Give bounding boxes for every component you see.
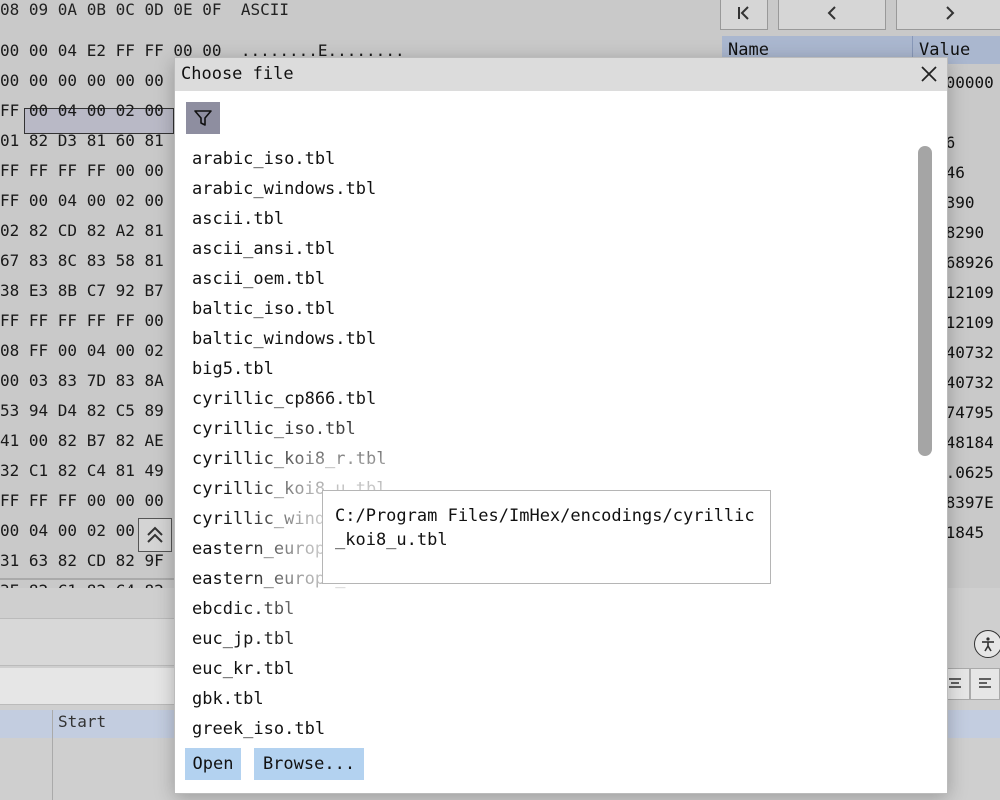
file-list-item[interactable]: cyrillic_cp866.tbl [175, 384, 915, 414]
filter-icon [194, 110, 212, 126]
next-button[interactable] [896, 0, 1000, 30]
column-divider [52, 710, 53, 800]
file-list-item[interactable]: euc_kr.tbl [175, 654, 915, 684]
file-list-item[interactable]: arabic_iso.tbl [175, 144, 915, 174]
prev-icon [827, 6, 836, 20]
align-center-icon [949, 678, 961, 688]
lower-input-bar[interactable] [0, 668, 180, 705]
file-list: arabic_iso.tbl arabic_windows.tbl ascii.tb… [175, 144, 915, 744]
close-icon [921, 66, 937, 82]
close-button[interactable] [917, 62, 941, 86]
filter-button[interactable] [186, 102, 220, 134]
file-list-item[interactable]: euc_jp.tbl [175, 624, 915, 654]
start-column-header[interactable]: Start [58, 712, 106, 731]
file-list-item[interactable]: big5.tbl [175, 354, 915, 384]
first-page-icon [738, 6, 749, 20]
open-button[interactable]: Open [185, 748, 241, 780]
file-list-item[interactable]: cyrillic_iso.tbl [175, 414, 915, 444]
chevron-up-double-icon [147, 526, 163, 543]
hex-column-header: 08 09 0A 0B 0C 0D 0E 0F ASCII [0, 0, 289, 19]
first-page-button[interactable] [720, 0, 768, 30]
browse-button[interactable]: Browse... [254, 748, 364, 780]
accessibility-icon[interactable] [974, 630, 1000, 658]
file-list-item[interactable]: ascii_ansi.tbl [175, 234, 915, 264]
lower-toolbar [0, 618, 180, 666]
file-list-item[interactable]: gbk.tbl [175, 684, 915, 714]
align-left-icon [979, 678, 991, 688]
file-path-tooltip: C:/Program Files/ImHex/encodings/cyrilli… [322, 490, 771, 584]
next-icon [946, 6, 955, 20]
dialog-title: Choose file [181, 64, 294, 84]
dialog-titlebar[interactable]: Choose file [175, 58, 947, 91]
table-header-right [946, 710, 1000, 738]
file-list-item[interactable]: baltic_iso.tbl [175, 294, 915, 324]
prev-button[interactable] [778, 0, 886, 30]
choose-file-dialog: Choose file arabic_iso.tbl arabic_windows… [174, 57, 948, 794]
file-list-item[interactable]: ascii.tbl [175, 204, 915, 234]
divider [0, 578, 180, 580]
collapse-button[interactable] [138, 518, 172, 552]
file-list-item[interactable]: ebcdic.tbl [175, 594, 915, 624]
file-list-item[interactable]: greek_iso.tbl [175, 714, 915, 744]
nav-buttons [720, 0, 1000, 30]
scrollbar-thumb[interactable] [918, 146, 932, 456]
file-list-item[interactable]: ascii_oem.tbl [175, 264, 915, 294]
file-list-item[interactable]: arabic_windows.tbl [175, 174, 915, 204]
align-left-button[interactable] [970, 668, 1000, 700]
file-list-item[interactable]: baltic_windows.tbl [175, 324, 915, 354]
file-list-item[interactable]: cyrillic_koi8_r.tbl [175, 444, 915, 474]
